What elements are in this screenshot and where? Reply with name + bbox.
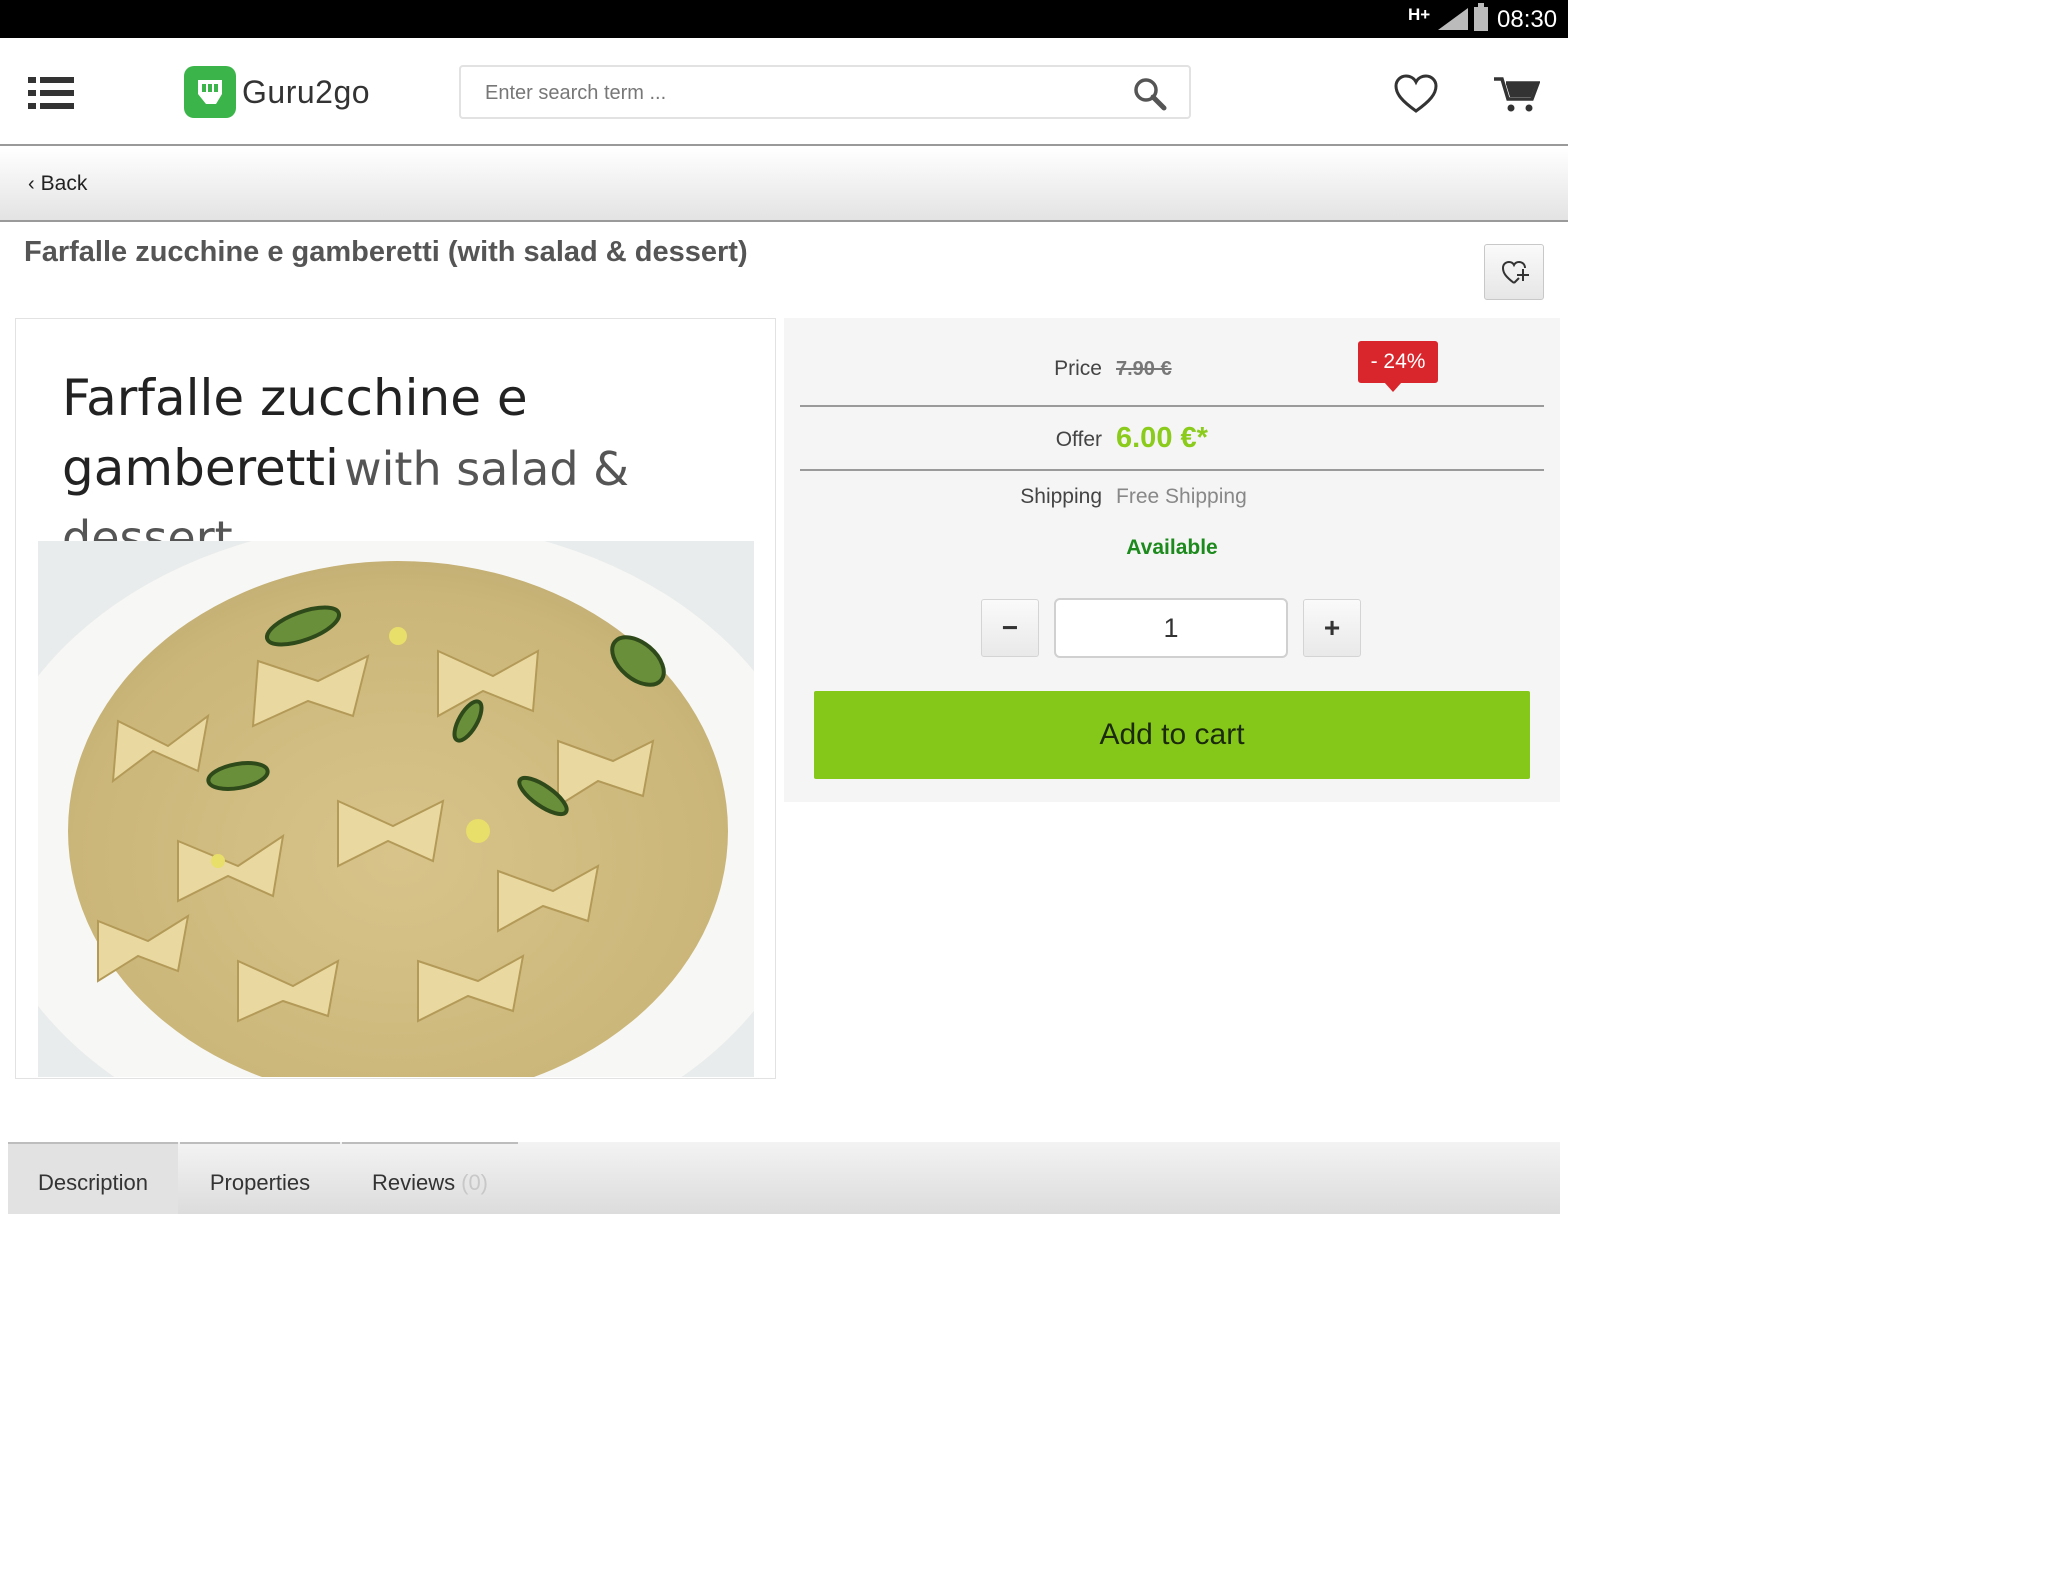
price-old: 7.90 € [1116,358,1172,380]
heart-plus-icon [1501,260,1529,284]
status-bar: H+ 08:30 [0,0,1568,38]
product-image[interactable]: Farfalle zucchine e gamberetti with sala… [15,318,776,1079]
search-placeholder: Enter search term ... [485,82,667,104]
availability-status: Available [1126,536,1218,559]
product-tabs: Description Properties Reviews (0) [8,1142,1560,1214]
price-label: Price [1054,357,1102,380]
brand-logo[interactable]: Guru2go [184,66,370,118]
app-header: Guru2go Enter search term ... [0,38,1568,146]
divider [800,469,1544,471]
chevron-left-icon: ‹ [28,172,35,195]
quantity-increase-button[interactable]: + [1303,599,1361,657]
tab-label: Description [37,1170,149,1195]
tab-reviews[interactable]: Reviews (0) [342,1142,518,1214]
search-icon[interactable] [1133,77,1167,111]
tab-description[interactable]: Description [8,1142,178,1214]
back-button[interactable]: ‹ Back [28,172,87,196]
add-to-wishlist-button[interactable] [1484,244,1544,300]
quantity-input[interactable]: 1 [1054,598,1288,658]
add-to-cart-button[interactable]: Add to cart [814,691,1530,779]
tab-label: Properties [209,1170,311,1195]
menu-icon[interactable] [28,76,74,110]
shipping-value: Free Shipping [1116,485,1247,508]
tab-properties[interactable]: Properties [180,1142,340,1214]
logo-icon [184,66,236,118]
reviews-count: (0) [461,1170,489,1195]
discount-badge: - 24% [1358,341,1438,392]
clock: 08:30 [1497,6,1558,33]
heart-icon[interactable] [1394,74,1438,114]
divider [800,405,1544,407]
shipping-label: Shipping [1020,485,1102,508]
signal-icon [1438,8,1468,30]
quantity-decrease-button[interactable]: − [981,599,1039,657]
cart-icon[interactable] [1494,76,1540,114]
back-label: Back [40,172,88,195]
buy-box: Price 7.90 € - 24% Offer 6.00 €* Shippin… [784,318,1560,802]
network-type: H+ [1408,5,1431,24]
pasta-photo [38,541,754,1077]
offer-label: Offer [1055,428,1102,451]
logo-text: Guru2go [242,73,371,110]
battery-icon [1474,3,1488,31]
offer-price: 6.00 €* [1116,422,1208,454]
tab-label: Reviews [371,1170,456,1195]
back-bar: ‹ Back [0,148,1568,222]
search-input[interactable]: Enter search term ... [459,65,1191,119]
product-title: Farfalle zucchine e gamberetti (with sal… [24,236,748,268]
